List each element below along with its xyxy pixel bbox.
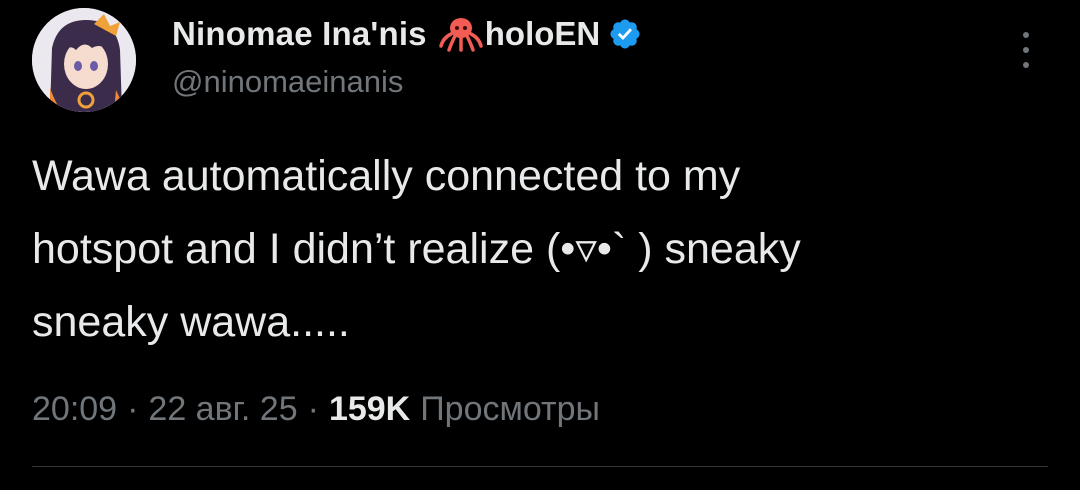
tweet-text: Wawa automatically connected to my hotsp… xyxy=(32,152,801,346)
meta-separator: · xyxy=(307,389,319,428)
avatar[interactable] xyxy=(32,8,136,112)
org-label: holoEN xyxy=(484,15,601,52)
tweet-date[interactable]: 22 авг. 25 xyxy=(148,390,297,429)
views-label[interactable]: Просмотры xyxy=(420,390,600,429)
octopus-icon xyxy=(439,16,483,52)
tweet-meta: 20:09 · 22 авг. 25 · 159K Просмотры xyxy=(32,384,600,434)
display-name[interactable]: Ninomae Ina'nis xyxy=(172,15,427,53)
divider xyxy=(32,466,1048,467)
meta-separator: · xyxy=(127,389,139,428)
views-count[interactable]: 159K xyxy=(329,390,410,429)
tweet-card: Ninomae Ina'nis holoEN @ninomaeinanis Wa… xyxy=(0,0,1080,490)
author-handle[interactable]: @ninomaeinanis xyxy=(172,64,403,100)
more-options-button[interactable] xyxy=(1010,28,1042,72)
author-name-row[interactable]: Ninomae Ina'nis holoEN xyxy=(172,14,642,54)
tweet-time[interactable]: 20:09 xyxy=(32,390,117,429)
verified-badge-icon xyxy=(608,17,642,51)
more-vertical-icon xyxy=(1023,32,1029,38)
